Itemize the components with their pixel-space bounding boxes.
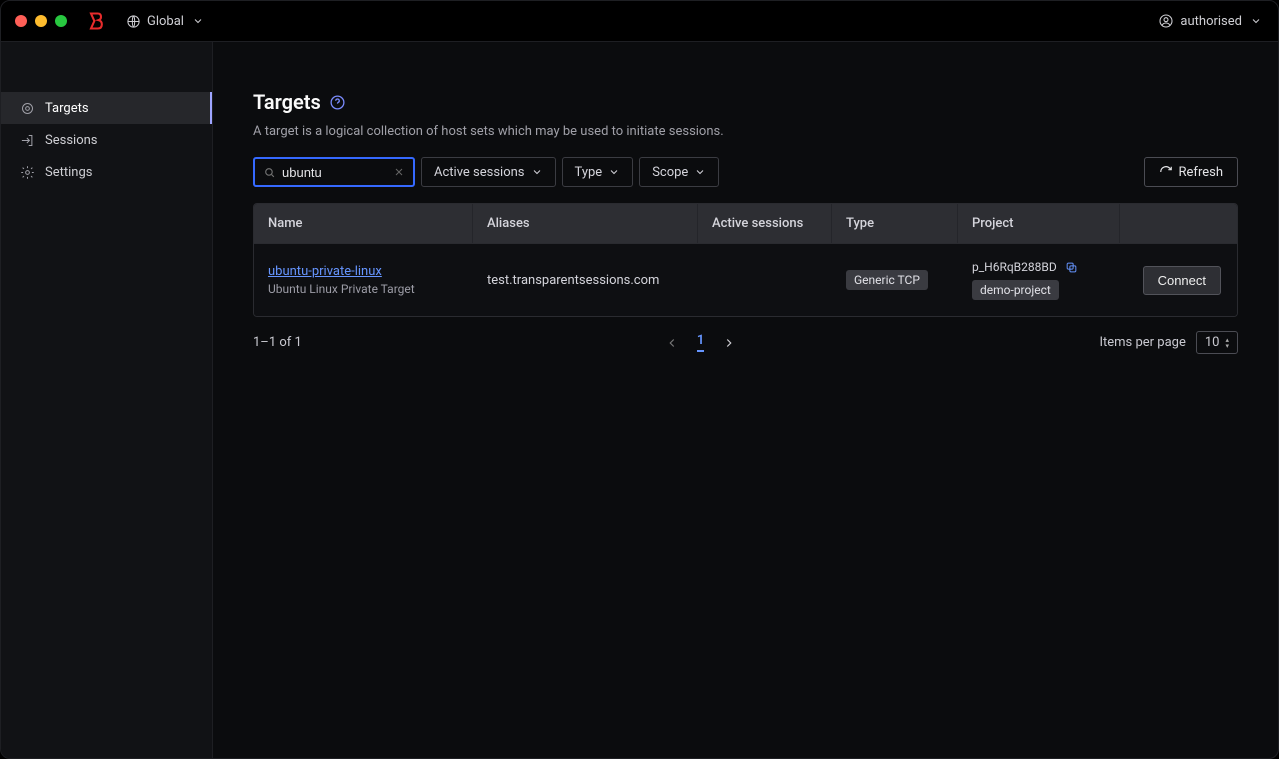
sidebar-item-label: Settings xyxy=(45,165,92,180)
current-page[interactable]: 1 xyxy=(697,333,704,352)
refresh-icon xyxy=(1159,165,1173,179)
ipp-label: Items per page xyxy=(1099,335,1185,350)
filter-scope[interactable]: Scope xyxy=(639,157,719,187)
col-name: Name xyxy=(254,204,473,243)
table-footer: 1–1 of 1 1 Items per page 10 ▴▾ xyxy=(253,331,1238,354)
type-badge: Generic TCP xyxy=(846,270,928,290)
search-icon xyxy=(263,166,276,179)
sidebar-item-settings[interactable]: Settings xyxy=(1,156,212,188)
table-header: Name Aliases Active sessions Type Projec… xyxy=(254,204,1237,243)
sidebar: Targets Sessions Settings xyxy=(1,42,213,758)
ipp-select[interactable]: 10 ▴▾ xyxy=(1196,331,1238,354)
user-label: authorised xyxy=(1180,14,1242,29)
connect-button[interactable]: Connect xyxy=(1143,266,1221,295)
table-row: ubuntu-private-linux Ubuntu Linux Privat… xyxy=(254,243,1237,316)
sidebar-item-label: Sessions xyxy=(45,133,98,148)
globe-icon xyxy=(125,13,141,29)
sidebar-item-label: Targets xyxy=(45,101,89,116)
refresh-label: Refresh xyxy=(1179,165,1223,180)
chevron-down-icon xyxy=(190,13,206,29)
search-input[interactable] xyxy=(282,165,393,180)
target-subtitle: Ubuntu Linux Private Target xyxy=(268,282,459,296)
minimize-window-icon[interactable] xyxy=(35,15,47,27)
gear-icon xyxy=(19,164,35,180)
app-logo xyxy=(85,10,107,32)
page-description: A target is a logical collection of host… xyxy=(253,124,1238,139)
page-header: Targets xyxy=(253,90,1238,114)
next-page-icon[interactable] xyxy=(722,336,736,350)
search-input-wrapper[interactable] xyxy=(253,157,415,187)
target-link[interactable]: ubuntu-private-linux xyxy=(268,264,459,279)
enter-icon xyxy=(19,132,35,148)
sidebar-item-sessions[interactable]: Sessions xyxy=(1,124,212,156)
project-id: p_H6RqB288BD xyxy=(972,260,1057,274)
items-per-page: Items per page 10 ▴▾ xyxy=(1099,331,1238,354)
filter-label: Active sessions xyxy=(434,165,525,180)
app-window: Global authorised Targets xyxy=(0,0,1279,759)
filter-type[interactable]: Type xyxy=(562,157,634,187)
user-menu[interactable]: authorised xyxy=(1158,13,1264,29)
filter-active-sessions[interactable]: Active sessions xyxy=(421,157,556,187)
filter-label: Type xyxy=(575,165,603,180)
help-icon[interactable] xyxy=(329,94,346,111)
cell-sessions xyxy=(698,264,832,296)
titlebar: Global authorised xyxy=(1,1,1278,42)
main-content: Targets A target is a logical collection… xyxy=(213,42,1278,758)
col-actions xyxy=(1120,204,1237,243)
col-active-sessions: Active sessions xyxy=(698,204,832,243)
cell-alias: test.transparentsessions.com xyxy=(473,257,698,304)
chevron-down-icon xyxy=(1248,13,1264,29)
ipp-value: 10 xyxy=(1205,335,1220,350)
user-icon xyxy=(1158,13,1174,29)
col-type: Type xyxy=(832,204,958,243)
maximize-window-icon[interactable] xyxy=(55,15,67,27)
close-window-icon[interactable] xyxy=(15,15,27,27)
sidebar-item-targets[interactable]: Targets xyxy=(1,92,212,124)
cell-name: ubuntu-private-linux Ubuntu Linux Privat… xyxy=(254,248,473,312)
cell-actions: Connect xyxy=(1120,250,1237,311)
project-badge: demo-project xyxy=(972,280,1059,300)
scope-picker[interactable]: Global xyxy=(125,13,206,29)
toolbar: Active sessions Type Scope Refresh xyxy=(253,157,1238,187)
body: Targets Sessions Settings Targets xyxy=(1,42,1278,758)
cell-project: p_H6RqB288BD demo-project xyxy=(958,244,1120,316)
result-range: 1–1 of 1 xyxy=(253,335,302,350)
refresh-button[interactable]: Refresh xyxy=(1144,157,1238,187)
clear-icon[interactable] xyxy=(393,166,405,178)
col-aliases: Aliases xyxy=(473,204,698,243)
pagination: 1 xyxy=(302,333,1100,352)
stepper-icon: ▴▾ xyxy=(1225,337,1229,349)
prev-page-icon[interactable] xyxy=(665,336,679,350)
target-icon xyxy=(19,100,35,116)
col-project: Project xyxy=(958,204,1120,243)
copy-icon[interactable] xyxy=(1065,261,1078,274)
page-title: Targets xyxy=(253,90,321,114)
scope-label: Global xyxy=(147,14,184,29)
chevron-down-icon xyxy=(531,166,543,178)
window-controls[interactable] xyxy=(15,15,67,27)
filter-label: Scope xyxy=(652,165,688,180)
chevron-down-icon xyxy=(608,166,620,178)
chevron-down-icon xyxy=(694,166,706,178)
targets-table: Name Aliases Active sessions Type Projec… xyxy=(253,203,1238,317)
cell-type: Generic TCP xyxy=(832,254,958,306)
